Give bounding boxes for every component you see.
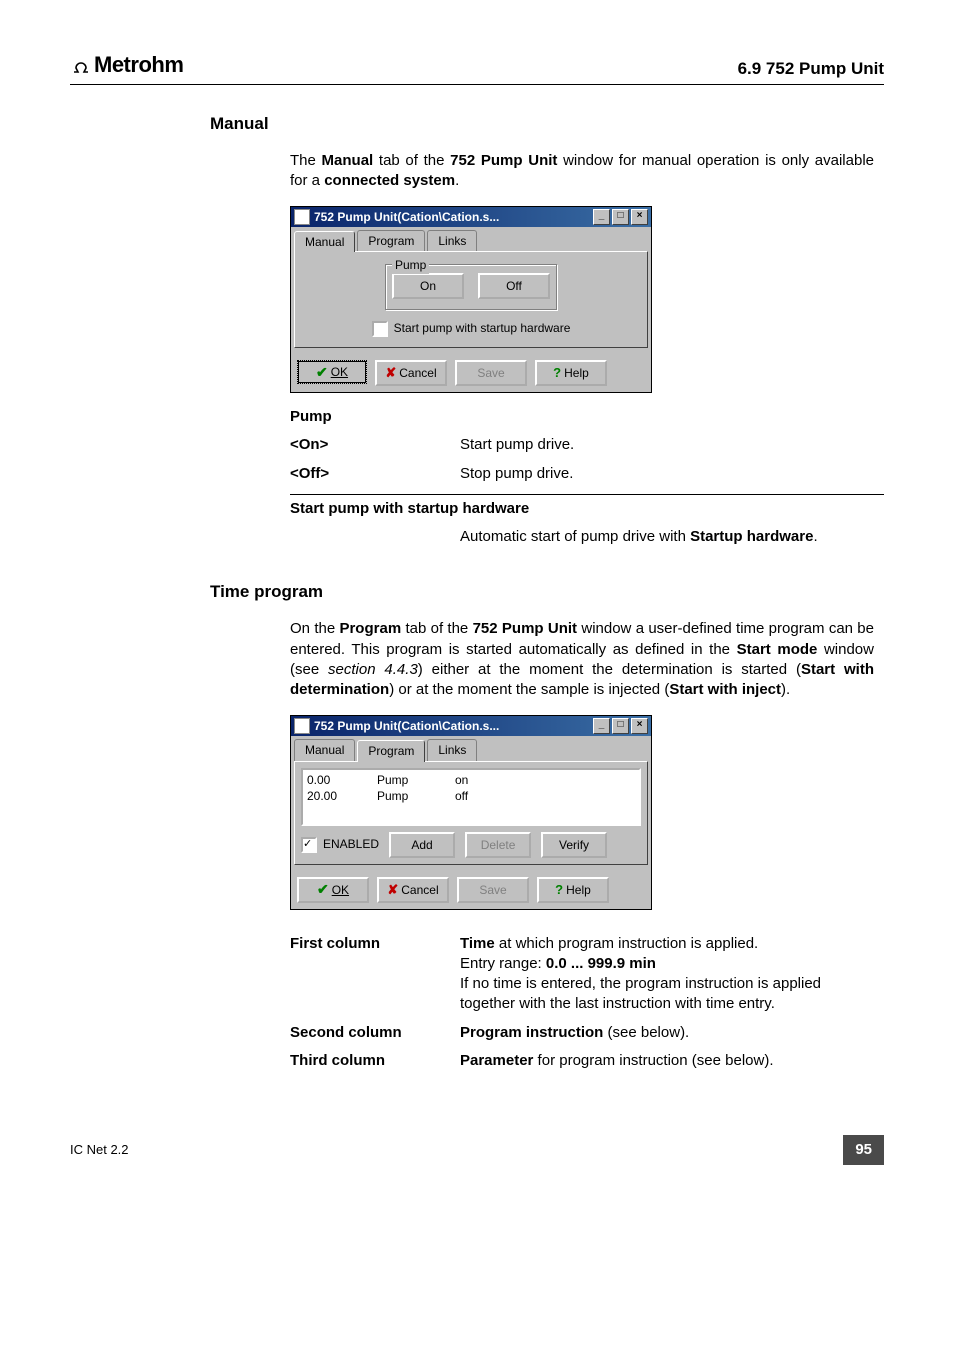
cancel-button[interactable]: ✘Cancel (377, 877, 449, 903)
startup-hardware-def-desc: Automatic start of pump drive with Start… (460, 527, 874, 547)
brand-omega-icon (70, 56, 92, 74)
pump-on-button[interactable]: On (392, 273, 464, 299)
tab-bar: Manual Program Links (294, 739, 648, 760)
enabled-checkbox-group[interactable]: ENABLED (301, 836, 379, 853)
minimize-button[interactable]: _ (593, 209, 610, 225)
manual-tab-pane: Pump On Off Start pump with startup hard… (294, 251, 648, 348)
close-button[interactable]: × (631, 718, 648, 734)
tab-program[interactable]: Program (357, 230, 425, 251)
help-button[interactable]: ?Help (535, 360, 607, 386)
divider (290, 494, 884, 495)
pump-unit-window-program: 752 Pump Unit(Cation\Cation.s... _ □ × M… (290, 715, 652, 909)
maximize-button[interactable]: □ (612, 209, 629, 225)
enabled-label: ENABLED (323, 837, 379, 851)
question-icon: ? (553, 364, 561, 382)
startup-hardware-checkbox[interactable] (372, 321, 388, 337)
question-icon: ? (555, 881, 563, 899)
startup-hardware-row[interactable]: Start pump with startup hardware (305, 320, 637, 337)
verify-button[interactable]: Verify (541, 832, 607, 858)
program-row-1[interactable]: 0.00 Pump on (307, 772, 635, 788)
check-icon: ✔ (316, 363, 328, 382)
def-row-on: <On> Start pump drive. (290, 431, 874, 459)
pump-unit-window-manual: 752 Pump Unit(Cation\Cation.s... _ □ × M… (290, 206, 652, 393)
program-tab-pane: 0.00 Pump on 20.00 Pump off ENABLED Add … (294, 761, 648, 865)
section-heading-manual: Manual (210, 113, 884, 136)
maximize-button[interactable]: □ (612, 718, 629, 734)
brand-text: Metrohm (94, 50, 183, 80)
tab-bar: Manual Program Links (294, 230, 648, 251)
pump-off-button[interactable]: Off (478, 273, 550, 299)
window-title: 752 Pump Unit(Cation\Cation.s... (314, 209, 499, 225)
window-system-icon[interactable] (294, 209, 310, 225)
delete-button[interactable]: Delete (465, 832, 531, 858)
ok-button[interactable]: ✔OK (297, 877, 369, 903)
window-title: 752 Pump Unit(Cation\Cation.s... (314, 718, 499, 734)
page-number: 95 (843, 1135, 884, 1165)
window-button-bar: ✔OK ✘Cancel Save ?Help (291, 354, 651, 392)
help-button[interactable]: ?Help (537, 877, 609, 903)
page-header: Metrohm 6.9 752 Pump Unit (70, 50, 884, 85)
startup-hardware-def-body: Automatic start of pump drive with Start… (290, 523, 874, 551)
save-button[interactable]: Save (455, 360, 527, 386)
ok-button[interactable]: ✔OK (297, 360, 367, 384)
window-titlebar[interactable]: 752 Pump Unit(Cation\Cation.s... _ □ × (291, 716, 651, 736)
startup-hardware-def-heading: Start pump with startup hardware (290, 499, 884, 519)
header-section-title: 6.9 752 Pump Unit (738, 58, 884, 81)
tab-manual[interactable]: Manual (294, 739, 355, 760)
tab-manual[interactable]: Manual (294, 231, 355, 252)
program-list[interactable]: 0.00 Pump on 20.00 Pump off (301, 768, 641, 826)
add-button[interactable]: Add (389, 832, 455, 858)
time-program-paragraph: On the Program tab of the 752 Pump Unit … (290, 619, 874, 700)
pump-definitions-heading: Pump (290, 407, 884, 427)
program-controls-row: ENABLED Add Delete Verify (301, 832, 641, 858)
tab-links[interactable]: Links (427, 739, 477, 760)
def-desc-off: Stop pump drive. (460, 464, 874, 484)
manual-intro-paragraph: The Manual tab of the 752 Pump Unit wind… (290, 151, 874, 192)
cancel-button[interactable]: ✘Cancel (375, 360, 447, 386)
enabled-checkbox[interactable] (301, 837, 317, 853)
def-row-off: <Off> Stop pump drive. (290, 460, 874, 488)
tab-program[interactable]: Program (357, 740, 425, 761)
brand-logo: Metrohm (70, 50, 183, 80)
pump-group-label: Pump (392, 257, 429, 273)
x-icon: ✘ (385, 364, 396, 382)
program-row-2[interactable]: 20.00 Pump off (307, 788, 635, 804)
footer-left: IC Net 2.2 (70, 1141, 129, 1159)
window-system-icon[interactable] (294, 718, 310, 734)
page-footer: IC Net 2.2 95 (70, 1135, 884, 1165)
def-term-off: <Off> (290, 464, 460, 484)
third-column-def: Third column Parameter for program instr… (290, 1047, 874, 1075)
close-button[interactable]: × (631, 209, 648, 225)
save-button[interactable]: Save (457, 877, 529, 903)
check-icon: ✔ (317, 880, 329, 899)
second-column-def: Second column Program instruction (see b… (290, 1019, 874, 1047)
pump-definitions-table: <On> Start pump drive. <Off> Stop pump d… (290, 431, 874, 488)
startup-hardware-label: Start pump with startup hardware (394, 321, 571, 335)
def-term-on: <On> (290, 435, 460, 455)
section-heading-time-program: Time program (210, 581, 884, 604)
window-button-bar: ✔OK ✘Cancel Save ?Help (291, 871, 651, 909)
minimize-button[interactable]: _ (593, 718, 610, 734)
column-definitions: First column Time at which program instr… (290, 930, 874, 1076)
window-titlebar[interactable]: 752 Pump Unit(Cation\Cation.s... _ □ × (291, 207, 651, 227)
first-column-def: First column Time at which program instr… (290, 930, 874, 1019)
def-desc-on: Start pump drive. (460, 435, 874, 455)
pump-group: Pump On Off (385, 264, 557, 310)
tab-links[interactable]: Links (427, 230, 477, 251)
x-icon: ✘ (387, 881, 398, 899)
